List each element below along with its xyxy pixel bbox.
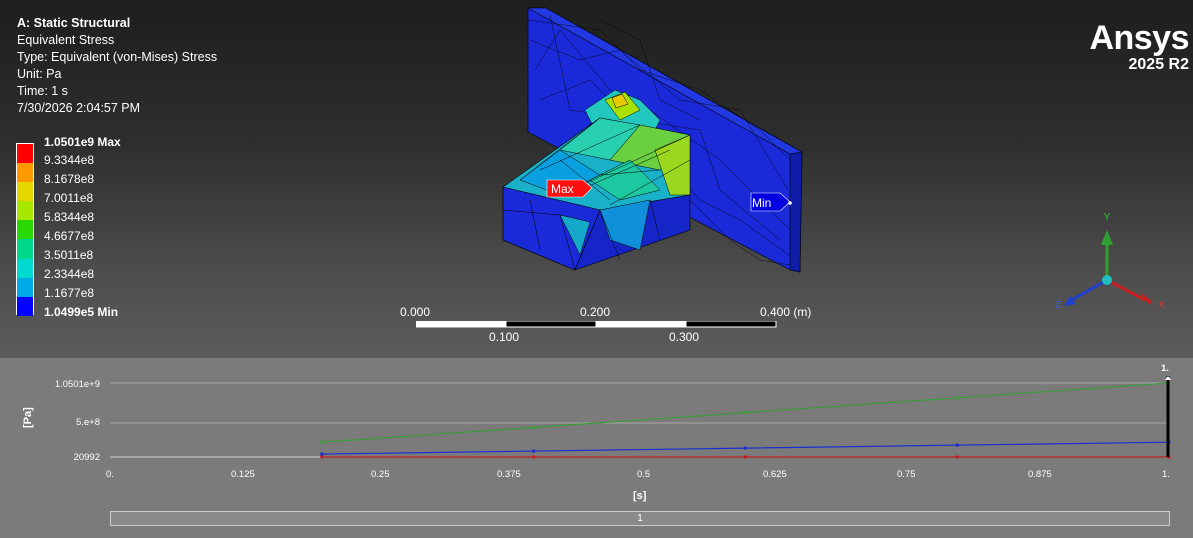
data-point xyxy=(532,449,536,453)
min-probe-label: Min xyxy=(752,196,771,210)
scale-label: 0.400 (m) xyxy=(760,305,812,319)
x-tick: 0. xyxy=(106,469,114,480)
time-marker-head xyxy=(1165,376,1171,380)
legend-color-band xyxy=(17,296,33,316)
graph-panel[interactable]: [Pa] 1.0501e+9 5.e+8 20992 0. 0.125 0.25… xyxy=(0,358,1193,538)
chart-plot-area[interactable] xyxy=(0,358,1193,508)
result-info: A: Static Structural Equivalent Stress T… xyxy=(17,15,217,117)
result-name: Equivalent Stress xyxy=(17,33,115,47)
triad-z-label: Z xyxy=(1055,300,1061,311)
legend-color-band xyxy=(17,277,33,297)
legend-level: 3.5011e8 xyxy=(44,248,94,262)
ansys-logo: Ansys 2025 R2 xyxy=(1074,20,1189,74)
x-tick: 0.375 xyxy=(497,469,521,480)
data-point xyxy=(955,396,959,400)
triad-icon[interactable]: Y X Z xyxy=(1055,212,1165,311)
legend-level: 1.1677e8 xyxy=(44,286,95,300)
data-point xyxy=(743,455,747,459)
legend-color-band xyxy=(17,201,33,221)
data-point xyxy=(955,443,959,447)
legend-color-band xyxy=(17,220,33,240)
legend-color-band xyxy=(17,144,33,164)
data-point xyxy=(320,452,324,456)
result-time: Time: 1 s xyxy=(17,84,68,98)
max-probe-label: Max xyxy=(551,182,574,196)
result-unit: Unit: Pa xyxy=(17,67,62,81)
scale-bar: 0.000 0.200 0.400 (m) 0.100 0.300 xyxy=(400,305,820,345)
x-tick: 0.25 xyxy=(371,469,390,480)
data-point xyxy=(955,455,959,459)
legend-level: 2.3344e8 xyxy=(44,267,95,281)
x-tick: 0.5 xyxy=(637,469,651,480)
legend-level: 5.8344e8 xyxy=(44,210,95,224)
legend-level: 7.0011e8 xyxy=(44,191,94,205)
legend-level: 9.3344e8 xyxy=(44,153,95,167)
triad-x-label: X xyxy=(1158,300,1165,311)
time-marker-label: 1. xyxy=(1161,363,1169,374)
timeline-bar[interactable]: 1 xyxy=(110,511,1170,526)
x-axis-title: [s] xyxy=(633,490,647,502)
legend-color-band xyxy=(17,239,33,259)
legend-color-band xyxy=(17,258,33,278)
x-tick: 0.625 xyxy=(763,469,787,480)
scale-label: 0.300 xyxy=(669,330,700,344)
x-tick: 0.125 xyxy=(231,469,255,480)
result-type: Type: Equivalent (von-Mises) Stress xyxy=(17,50,218,64)
data-point xyxy=(743,446,747,450)
triad-y-label: Y xyxy=(1104,212,1111,223)
x-tick: 0.75 xyxy=(897,469,916,480)
x-tick: 0.875 xyxy=(1028,469,1052,480)
graphics-viewport[interactable]: Max Min Y X Z A: Static Structural Equiv… xyxy=(0,0,1193,358)
data-point xyxy=(743,411,747,415)
data-point xyxy=(532,425,536,429)
legend-level: 4.6677e8 xyxy=(44,229,95,243)
legend-color-bar xyxy=(16,143,34,316)
legend-level: 8.1678e8 xyxy=(44,172,95,186)
result-date: 7/30/2026 2:04:57 PM xyxy=(17,101,141,115)
logo-version: 2025 R2 xyxy=(1128,56,1190,73)
scale-label: 0.000 xyxy=(400,305,431,319)
legend-min-label: 1.0499e5 Min xyxy=(44,305,119,319)
scale-label: 0.100 xyxy=(489,330,520,344)
legend-max-label: 1.0501e9 Max xyxy=(44,135,121,149)
legend-color-band xyxy=(17,182,33,202)
max-probe[interactable]: Max xyxy=(546,179,593,198)
logo-name: Ansys xyxy=(1089,19,1189,57)
analysis-title: A: Static Structural xyxy=(17,16,131,30)
timeline-label: 1 xyxy=(637,513,643,524)
data-point xyxy=(320,455,324,459)
data-point xyxy=(320,440,324,444)
x-tick: 1. xyxy=(1162,469,1170,480)
scale-label: 0.200 xyxy=(580,305,611,319)
legend-color-band xyxy=(17,163,33,183)
data-point xyxy=(532,455,536,459)
scale-ruler xyxy=(416,321,777,328)
